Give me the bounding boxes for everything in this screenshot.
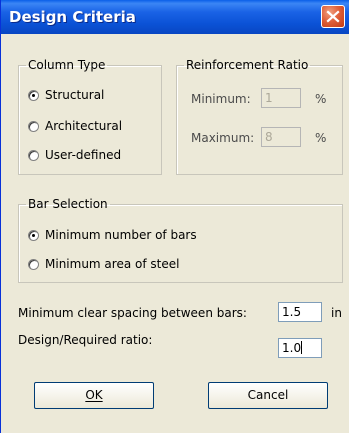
spacing-field[interactable]: 1.5 <box>278 302 322 322</box>
radio-structural[interactable] <box>28 90 39 101</box>
cancel-button-label: Cancel <box>247 388 289 402</box>
minimum-unit: % <box>315 92 327 106</box>
label-minimum-number-of-bars[interactable]: Minimum number of bars <box>45 228 197 242</box>
maximum-ratio-field: 8 <box>261 127 301 147</box>
radio-architectural[interactable] <box>28 121 39 132</box>
close-icon <box>326 10 340 23</box>
label-user-defined[interactable]: User-defined <box>45 148 121 162</box>
minimum-label: Minimum: <box>191 92 251 106</box>
spacing-unit: in <box>331 306 342 320</box>
column-type-legend: Column Type <box>28 58 106 72</box>
reinforcement-ratio-group: Reinforcement Ratio <box>176 58 343 175</box>
radio-minimum-area-of-steel[interactable] <box>28 259 39 270</box>
spacing-label: Minimum clear spacing between bars: <box>18 306 247 320</box>
design-criteria-dialog: Design Criteria Column Type Structural A… <box>0 0 349 433</box>
radio-minimum-number-of-bars[interactable] <box>28 230 39 241</box>
minimum-ratio-field: 1 <box>261 88 301 108</box>
cancel-button[interactable]: Cancel <box>208 382 328 409</box>
radio-selected-dot <box>32 234 35 237</box>
text-caret <box>301 341 303 354</box>
maximum-unit: % <box>315 131 327 145</box>
label-architectural[interactable]: Architectural <box>45 119 122 133</box>
maximum-label: Maximum: <box>191 131 255 145</box>
label-minimum-area-of-steel[interactable]: Minimum area of steel <box>45 257 179 271</box>
window-title: Design Criteria <box>9 8 136 26</box>
close-button[interactable] <box>321 5 345 28</box>
design-ratio-value: 1.0 <box>282 341 302 355</box>
title-bar[interactable]: Design Criteria <box>1 0 349 34</box>
reinforcement-ratio-legend: Reinforcement Ratio <box>186 58 309 72</box>
label-structural[interactable]: Structural <box>45 88 104 102</box>
radio-user-defined[interactable] <box>28 150 39 161</box>
bar-selection-legend: Bar Selection <box>28 197 108 211</box>
design-ratio-field[interactable]: 1.0 <box>278 338 322 358</box>
design-ratio-label: Design/Required ratio: <box>18 333 153 347</box>
ok-button[interactable]: OK <box>34 382 154 409</box>
radio-selected-dot <box>32 94 35 97</box>
ok-button-label: OK <box>85 388 103 402</box>
